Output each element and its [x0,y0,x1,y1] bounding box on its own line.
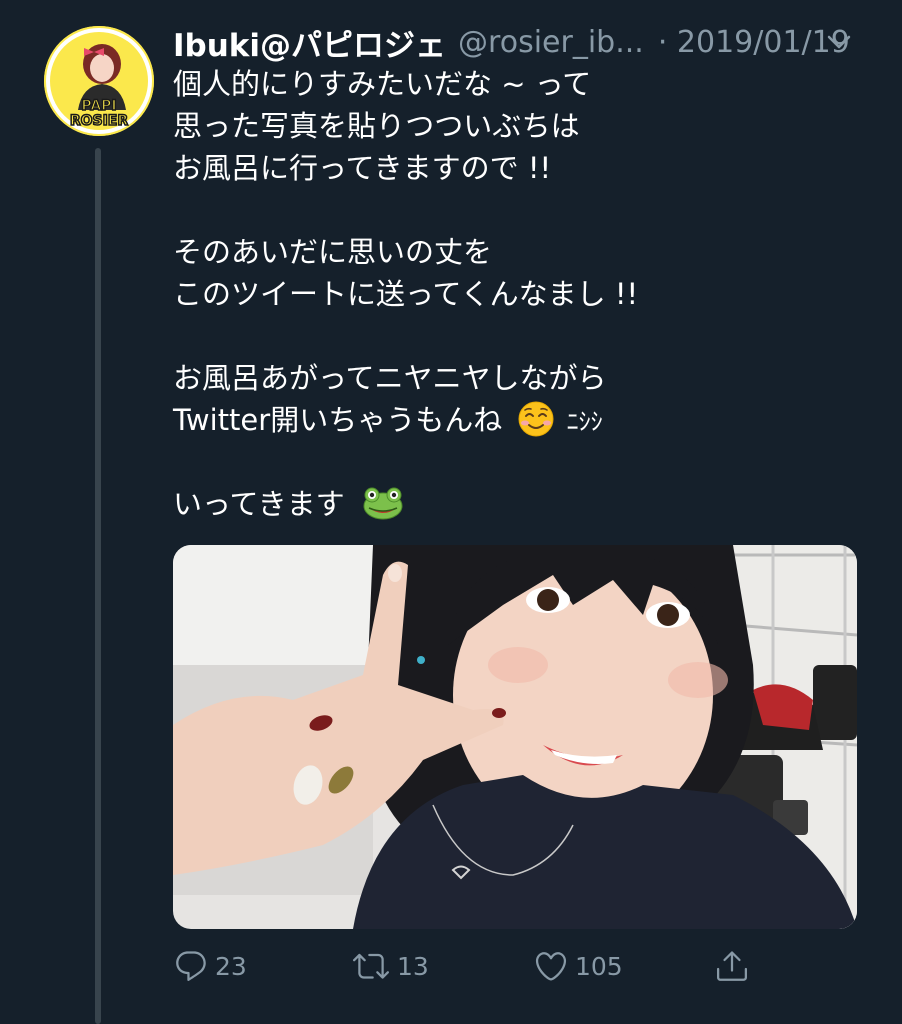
avatar-logo-text-2: ROSIER [70,113,129,129]
tweet-photo[interactable] [173,545,857,929]
like-button[interactable]: 105 [533,945,623,987]
tweet-line-9-suffix: ﾆｼｼ [566,408,603,436]
retweet-icon [353,953,389,979]
tweet-line-1: 個人的にりすみたいだな ~ って [173,67,592,101]
share-icon [717,951,747,981]
tweet-line-6: このツイートに送ってくんなまし !! [173,277,639,311]
tweet-line-8: お風呂あがってニヤニヤしながら [173,361,607,395]
reply-icon [176,951,206,981]
tweet-text: 個人的にりすみたいだな ~ って 思った写真を貼りつついぶちは お風呂に行ってき… [173,63,873,525]
tweet-line-10 [173,441,873,483]
tweet-container: PAPI ROSIER Ibuki@パピロジェ @rosier_ib... · … [0,0,902,1024]
avatar[interactable]: PAPI ROSIER [44,26,154,136]
retweet-button[interactable]: 13 [351,945,429,987]
tweet-header: Ibuki@パピロジェ @rosier_ib... · 2019/01/19 [173,20,873,65]
tweet-actions: 23 13 105 [173,945,873,987]
tweet-line-5: そのあいだに思いの丈を [173,235,493,269]
user-handle[interactable]: @rosier_ib... [458,25,644,60]
tweet-line-9-text: Twitter開いちゃうもんね [173,403,503,437]
reply-button[interactable]: 23 [173,945,247,987]
tweet-line-11-text: いってきます [173,487,345,521]
reply-count: 23 [215,951,247,981]
tweet-line-7 [173,315,873,357]
chevron-down-icon[interactable] [819,22,859,62]
tweet-line-11: いってきます [173,483,873,525]
share-button[interactable] [714,945,756,987]
tweet-line-4 [173,189,873,231]
display-name[interactable]: Ibuki@パピロジェ [173,20,446,65]
tweet-line-3: お風呂に行ってきますので !! [173,151,552,185]
thread-line [95,148,101,1024]
retweet-count: 13 [397,951,429,981]
tweet-line-2: 思った写真を貼りつついぶちは [173,109,580,143]
heart-icon [535,952,567,981]
smiling-face-emoji-icon [517,400,555,438]
frog-emoji-icon [362,484,404,522]
tweet-line-9: Twitter開いちゃうもんね ﾆｼｼ [173,399,873,441]
like-count: 105 [575,951,623,981]
avatar-logo-text-1: PAPI [81,98,116,114]
